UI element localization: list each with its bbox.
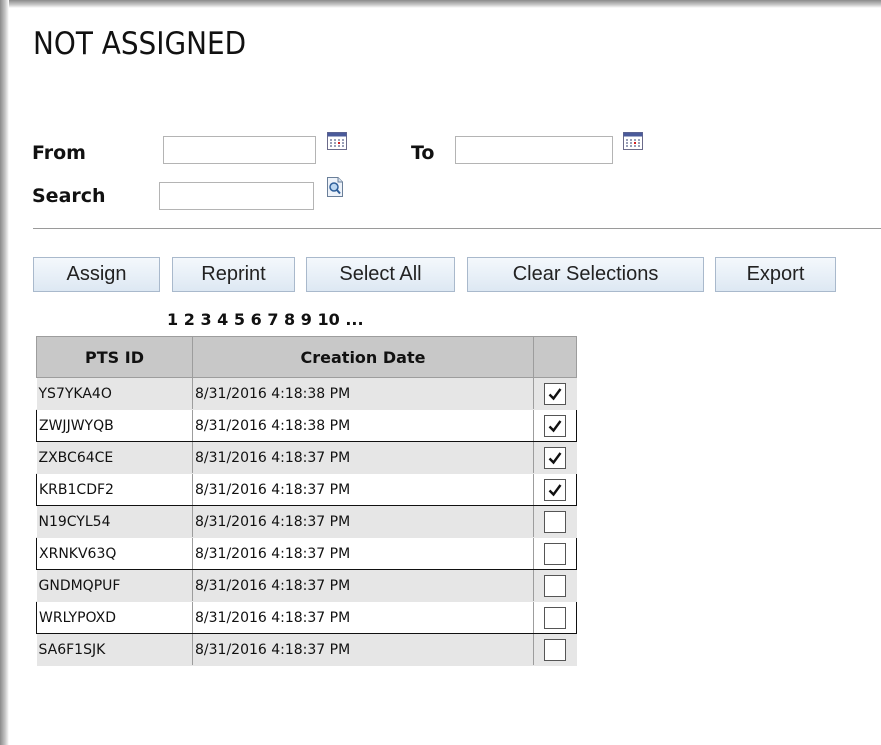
check-icon xyxy=(548,451,562,464)
select-cell xyxy=(533,569,577,602)
select-cell xyxy=(533,601,577,634)
window-frame-left xyxy=(0,0,9,745)
creation-date-cell: 8/31/2016 4:18:37 PM xyxy=(192,633,534,666)
table-header-row: PTS ID Creation Date xyxy=(36,336,577,378)
search-icon[interactable] xyxy=(326,177,344,197)
calendar-icon[interactable] xyxy=(623,132,643,150)
table-row[interactable]: N19CYL54 8/31/2016 4:18:37 PM xyxy=(36,505,577,538)
creation-date-cell: 8/31/2016 4:18:37 PM xyxy=(192,473,534,506)
page-link[interactable]: 8 xyxy=(284,310,295,329)
creation-date-cell: 8/31/2016 4:18:38 PM xyxy=(192,377,534,410)
table-row[interactable]: ZXBC64CE 8/31/2016 4:18:37 PM xyxy=(36,441,577,474)
row-select-checkbox[interactable] xyxy=(544,478,566,501)
pts-id-cell: ZWJJWYQB xyxy=(36,409,193,442)
table-row[interactable]: GNDMQPUF 8/31/2016 4:18:37 PM xyxy=(36,569,577,602)
row-select-checkbox[interactable] xyxy=(544,606,566,629)
pts-id-cell: XRNKV63Q xyxy=(36,537,193,570)
export-button[interactable]: Export xyxy=(715,257,836,292)
row-select-checkbox[interactable] xyxy=(544,382,567,405)
to-date-input[interactable] xyxy=(455,136,613,164)
creation-date-cell: 8/31/2016 4:18:37 PM xyxy=(192,601,534,634)
select-cell xyxy=(533,377,577,410)
select-all-button[interactable]: Select All xyxy=(306,257,455,292)
table-row[interactable]: ZWJJWYQB 8/31/2016 4:18:38 PM xyxy=(36,409,577,442)
row-select-checkbox[interactable] xyxy=(544,542,566,565)
row-select-checkbox[interactable] xyxy=(544,510,567,533)
creation-date-cell: 8/31/2016 4:18:37 PM xyxy=(192,505,534,538)
pts-id-cell: YS7YKA4O xyxy=(36,377,193,410)
table-row[interactable]: SA6F1SJK 8/31/2016 4:18:37 PM xyxy=(36,633,577,666)
table-row[interactable]: XRNKV63Q 8/31/2016 4:18:37 PM xyxy=(36,537,577,570)
row-select-checkbox[interactable] xyxy=(544,638,567,661)
divider xyxy=(33,228,881,229)
page-link[interactable]: 10 xyxy=(317,310,339,329)
pts-id-cell: KRB1CDF2 xyxy=(36,473,193,506)
assign-button[interactable]: Assign xyxy=(33,257,160,292)
select-cell xyxy=(533,505,577,538)
row-select-checkbox[interactable] xyxy=(544,414,566,437)
column-header-pts-id[interactable]: PTS ID xyxy=(36,336,193,378)
row-select-checkbox[interactable] xyxy=(544,574,567,597)
creation-date-cell: 8/31/2016 4:18:37 PM xyxy=(192,441,534,474)
to-label: To xyxy=(411,142,435,164)
window-frame-top xyxy=(0,0,881,8)
select-cell xyxy=(533,633,577,666)
reprint-button[interactable]: Reprint xyxy=(172,257,295,292)
pts-id-cell: GNDMQPUF xyxy=(36,569,193,602)
pts-id-cell: SA6F1SJK xyxy=(36,633,193,666)
page-link[interactable]: ... xyxy=(345,310,363,329)
records-table: PTS ID Creation Date YS7YKA4O 8/31/2016 4… xyxy=(36,336,577,666)
page-title: NOT ASSIGNED xyxy=(33,26,247,62)
pts-id-cell: ZXBC64CE xyxy=(36,441,193,474)
pagination: 1 2 3 4 5 6 7 8 9 10 ... xyxy=(167,310,364,329)
pts-id-cell: N19CYL54 xyxy=(36,505,193,538)
from-date-input[interactable] xyxy=(163,136,316,164)
search-input[interactable] xyxy=(159,182,314,210)
page-link[interactable]: 9 xyxy=(301,310,312,329)
calendar-icon[interactable] xyxy=(327,132,347,150)
search-label: Search xyxy=(32,185,106,207)
column-header-select xyxy=(533,336,577,378)
page-link[interactable]: 2 xyxy=(184,310,195,329)
page-link[interactable]: 5 xyxy=(234,310,245,329)
creation-date-cell: 8/31/2016 4:18:38 PM xyxy=(192,409,534,442)
table-row[interactable]: WRLYPOXD 8/31/2016 4:18:37 PM xyxy=(36,601,577,634)
page-link[interactable]: 7 xyxy=(267,310,278,329)
column-header-creation-date[interactable]: Creation Date xyxy=(192,336,534,378)
page-link[interactable]: 1 xyxy=(167,310,178,329)
page-content: NOT ASSIGNED From To Search Assign Repri… xyxy=(9,8,881,745)
pts-id-cell: WRLYPOXD xyxy=(36,601,193,634)
table-row[interactable]: KRB1CDF2 8/31/2016 4:18:37 PM xyxy=(36,473,577,506)
select-cell xyxy=(533,441,577,474)
row-select-checkbox[interactable] xyxy=(544,446,567,469)
creation-date-cell: 8/31/2016 4:18:37 PM xyxy=(192,537,534,570)
page-link[interactable]: 3 xyxy=(200,310,211,329)
check-icon xyxy=(548,387,562,400)
select-cell xyxy=(533,537,577,570)
select-cell xyxy=(533,473,577,506)
table-row[interactable]: YS7YKA4O 8/31/2016 4:18:38 PM xyxy=(36,377,577,410)
page-link[interactable]: 4 xyxy=(217,310,228,329)
from-label: From xyxy=(32,142,86,164)
check-icon xyxy=(548,419,562,432)
clear-selections-button[interactable]: Clear Selections xyxy=(467,257,704,292)
check-icon xyxy=(548,483,562,496)
select-cell xyxy=(533,409,577,442)
creation-date-cell: 8/31/2016 4:18:37 PM xyxy=(192,569,534,602)
page-link[interactable]: 6 xyxy=(251,310,262,329)
